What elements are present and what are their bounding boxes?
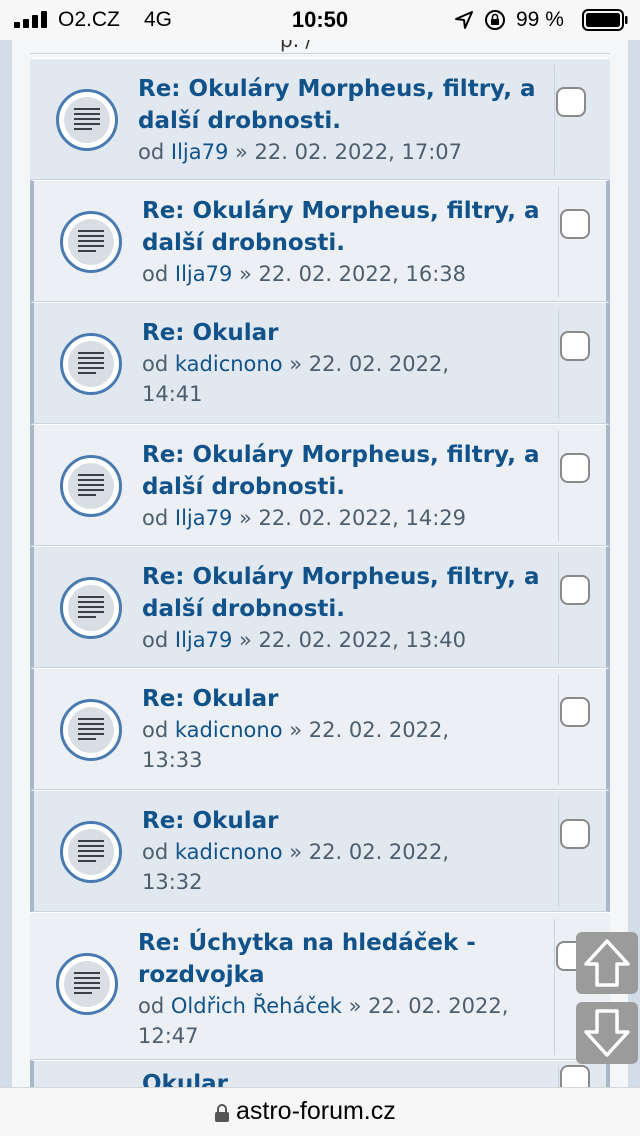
topic-row[interactable]: Re: Okuláry Morpheus, filtry, a další dro… — [30, 58, 610, 180]
status-bar: O2.CZ 4G 10:50 99 % — [0, 0, 640, 40]
topic-title[interactable]: Re: Okular — [142, 805, 552, 837]
topic-read-icon — [56, 89, 118, 151]
column-divider — [558, 431, 559, 541]
arrow-down-icon — [584, 1009, 630, 1057]
topic-title[interactable]: Re: Úchytka na hledáček - rozdvojka — [138, 927, 548, 991]
topic-select-checkbox[interactable] — [560, 575, 590, 605]
page-content: p. / Re: Okuláry Morpheus, filtry, a dalš… — [0, 40, 640, 1087]
scroll-down-button[interactable] — [576, 1002, 638, 1064]
topic-title[interactable]: Okular — [142, 1071, 228, 1087]
topic-select-checkbox[interactable] — [560, 1065, 590, 1087]
topic-select-checkbox[interactable] — [560, 697, 590, 727]
scroll-up-button[interactable] — [576, 932, 638, 994]
topic-row[interactable]: Okular — [30, 1060, 610, 1087]
column-divider — [558, 675, 559, 785]
topic-select-checkbox[interactable] — [560, 209, 590, 239]
topic-title[interactable]: Re: Okular — [142, 683, 552, 715]
topic-read-icon — [56, 953, 118, 1015]
author-link[interactable]: kadicnono — [175, 718, 283, 742]
topic-meta: od Ilja79 » 22. 02. 2022, 16:38 — [142, 262, 466, 286]
topic-row[interactable]: Re: Okuláry Morpheus, filtry, a další dro… — [30, 424, 610, 546]
author-link[interactable]: Ilja79 — [175, 506, 232, 530]
author-link[interactable]: kadicnono — [175, 352, 283, 376]
topic-select-checkbox[interactable] — [560, 453, 590, 483]
pagination-fragment: p. / — [280, 40, 313, 52]
pagination-strip: p. / — [30, 40, 610, 54]
topic-select-checkbox[interactable] — [560, 819, 590, 849]
lock-icon — [215, 1104, 229, 1122]
topic-read-icon — [60, 699, 122, 761]
column-divider — [558, 797, 559, 907]
column-divider — [558, 553, 559, 663]
topic-select-checkbox[interactable] — [556, 87, 586, 117]
author-link[interactable]: Oldřich Řeháček — [171, 994, 342, 1018]
topic-title[interactable]: Re: Okuláry Morpheus, filtry, a další dro… — [142, 195, 552, 259]
location-arrow-icon — [455, 11, 473, 29]
author-link[interactable]: Ilja79 — [171, 140, 228, 164]
topic-row[interactable]: Re: Okuláry Morpheus, filtry, a další dro… — [30, 180, 610, 302]
column-divider — [558, 1067, 559, 1087]
column-divider — [554, 65, 555, 175]
topic-meta: od Oldřich Řeháček » 22. 02. 2022, 12:47 — [138, 994, 509, 1048]
column-divider — [558, 187, 559, 297]
topic-title[interactable]: Re: Okuláry Morpheus, filtry, a další dro… — [142, 439, 552, 503]
topic-row[interactable]: Re: Okular od kadicnono » 22. 02. 2022, 1… — [30, 302, 610, 424]
arrow-up-icon — [584, 939, 630, 987]
column-divider — [554, 919, 555, 1055]
author-link[interactable]: kadicnono — [175, 840, 283, 864]
author-link[interactable]: Ilja79 — [175, 262, 232, 286]
topic-meta: od kadicnono » 22. 02. 2022, 13:32 — [142, 840, 450, 894]
topic-row[interactable]: Re: Okuláry Morpheus, filtry, a další dro… — [30, 546, 610, 668]
topic-meta: od Ilja79 » 22. 02. 2022, 13:40 — [142, 628, 466, 652]
topic-title[interactable]: Re: Okuláry Morpheus, filtry, a další dro… — [142, 561, 552, 625]
author-link[interactable]: Ilja79 — [175, 628, 232, 652]
url-text: astro-forum.cz — [236, 1097, 396, 1125]
topic-read-icon — [60, 333, 122, 395]
topic-read-icon — [60, 577, 122, 639]
topic-title[interactable]: Re: Okular — [142, 317, 552, 349]
topic-row[interactable]: Re: Okular od kadicnono » 22. 02. 2022, 1… — [30, 668, 610, 790]
topic-row[interactable]: Re: Okular od kadicnono » 22. 02. 2022, 1… — [30, 790, 610, 912]
battery-icon — [582, 9, 628, 31]
topic-meta: od Ilja79 » 22. 02. 2022, 14:29 — [142, 506, 466, 530]
topic-meta: od kadicnono » 22. 02. 2022, 13:33 — [142, 718, 450, 772]
rotation-lock-icon — [485, 10, 505, 30]
browser-url-bar[interactable]: astro-forum.cz — [0, 1087, 640, 1136]
column-divider — [558, 309, 559, 419]
topic-row[interactable]: Re: Úchytka na hledáček - rozdvojka od Ol… — [30, 912, 610, 1060]
topic-meta: od kadicnono » 22. 02. 2022, 14:41 — [142, 352, 450, 406]
topic-title[interactable]: Re: Okuláry Morpheus, filtry, a další dro… — [138, 73, 548, 137]
topic-read-icon — [60, 211, 122, 273]
topic-select-checkbox[interactable] — [560, 331, 590, 361]
topic-read-icon — [60, 455, 122, 517]
topic-list: Re: Okuláry Morpheus, filtry, a další dro… — [30, 58, 610, 1087]
battery-percent: 99 % — [516, 8, 564, 31]
topic-meta: od Ilja79 » 22. 02. 2022, 17:07 — [138, 140, 462, 164]
topic-read-icon — [60, 821, 122, 883]
